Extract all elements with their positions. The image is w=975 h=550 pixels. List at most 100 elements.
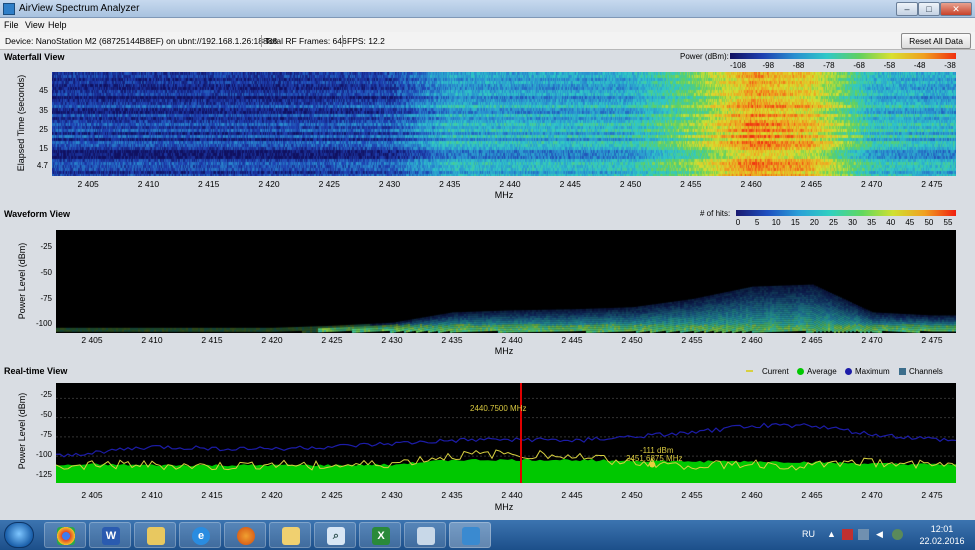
- legend-maximum[interactable]: Maximum: [855, 367, 890, 376]
- taskbar: W e ⌕ X RU ▲ ◀ 12:01 22.02.2016: [0, 520, 975, 550]
- x-tick-label: 2 435: [439, 179, 461, 189]
- x-tick-label: 2 470: [861, 335, 883, 345]
- taskbar-firefox[interactable]: [224, 522, 266, 548]
- point-power-label: -111 dBm: [640, 446, 674, 455]
- tray-expand-icon[interactable]: ▲: [826, 529, 837, 540]
- x-tick-label: 2 410: [141, 335, 163, 345]
- x-tick-label: 2 460: [741, 335, 763, 345]
- x-tick-label: 2 455: [681, 335, 703, 345]
- ie-icon: e: [192, 527, 210, 545]
- menu-bar: File View Help: [0, 18, 975, 32]
- taskbar-search[interactable]: ⌕: [314, 522, 356, 548]
- legend-average[interactable]: Average: [807, 367, 837, 376]
- tray-network-icon[interactable]: [858, 529, 869, 540]
- x-tick-label: 2 450: [621, 335, 643, 345]
- language-indicator[interactable]: RU: [802, 529, 815, 539]
- x-tick-label: 2 455: [681, 490, 703, 500]
- taskbar-folder2[interactable]: [269, 522, 311, 548]
- x-tick-label: 2 415: [201, 490, 223, 500]
- x-tick-label: 2 410: [137, 179, 160, 189]
- waveform-plot[interactable]: [56, 230, 956, 333]
- menu-file[interactable]: File: [4, 20, 19, 30]
- clock-time[interactable]: 12:01: [922, 524, 962, 534]
- search-icon: ⌕: [327, 527, 345, 545]
- taskbar-explorer[interactable]: [134, 522, 176, 548]
- y-tick-label: -100: [35, 450, 52, 459]
- colorbar-tick-label: 10: [771, 218, 781, 227]
- x-tick-label: 2 435: [441, 335, 463, 345]
- realtime-plot[interactable]: 2440.7500 MHz 2451.6875 MHz -111 dBm: [55, 383, 957, 483]
- x-tick-label: 2 440: [501, 335, 523, 345]
- waveform-x-label: MHz: [494, 346, 514, 356]
- legend-current[interactable]: Current: [762, 367, 789, 376]
- y-tick-label: 25: [39, 125, 48, 134]
- realtime-title: Real-time View: [4, 366, 68, 376]
- x-tick-label: 2 445: [561, 335, 583, 345]
- colorbar-tick-label: -68: [853, 61, 865, 70]
- window-title: AirView Spectrum Analyzer: [19, 3, 140, 14]
- minimize-button[interactable]: –: [896, 2, 918, 16]
- x-tick-label: 2 465: [801, 490, 823, 500]
- colorbar-tick-label: 5: [754, 218, 760, 227]
- realtime-x-label: MHz: [494, 502, 514, 512]
- x-tick-label: 2 440: [501, 490, 523, 500]
- menu-help[interactable]: Help: [48, 20, 67, 30]
- reset-all-data-button[interactable]: Reset All Data: [901, 33, 971, 49]
- divider: [342, 35, 343, 47]
- y-tick-label: -75: [40, 430, 52, 439]
- colorbar-tick-label: 20: [809, 218, 819, 227]
- taskbar-ie[interactable]: e: [179, 522, 221, 548]
- excel-icon: X: [372, 527, 390, 545]
- colorbar-tick-label: 55: [943, 218, 953, 227]
- colorbar-tick-label: 15: [790, 218, 800, 227]
- taskbar-app1[interactable]: [404, 522, 446, 548]
- firefox-icon: [237, 527, 255, 545]
- current-legend-swatch: [746, 370, 753, 372]
- x-tick-label: 2 455: [680, 179, 702, 189]
- series-maximum-line: [55, 422, 957, 458]
- colorbar-tick-label: 35: [867, 218, 877, 227]
- waterfall-plot[interactable]: [52, 72, 956, 176]
- y-tick-label: -25: [40, 242, 52, 251]
- clock-date[interactable]: 22.02.2016: [915, 536, 969, 546]
- maximum-legend-swatch: [845, 368, 852, 375]
- close-button[interactable]: ✕: [940, 2, 972, 16]
- folder-icon: [282, 527, 300, 545]
- x-tick-label: 2 450: [619, 179, 642, 189]
- start-button[interactable]: [4, 522, 34, 548]
- taskbar-airview[interactable]: [449, 522, 491, 548]
- y-tick-label: 15: [39, 144, 48, 153]
- power-colorbar: [730, 53, 956, 59]
- total-frames: Total RF Frames: 646: [265, 36, 347, 46]
- x-tick-label: 2 430: [378, 179, 401, 189]
- marker-frequency-label: 2440.7500 MHz: [470, 404, 527, 413]
- taskbar-excel[interactable]: X: [359, 522, 401, 548]
- x-tick-label: 2 420: [258, 179, 280, 189]
- tray-app-icon[interactable]: [892, 529, 903, 540]
- y-tick-label: -50: [40, 410, 52, 419]
- x-tick-label: 2 420: [261, 335, 283, 345]
- point-frequency-label: 2451.6875 MHz: [626, 454, 683, 463]
- x-tick-label: 2 435: [441, 490, 463, 500]
- volume-icon[interactable]: ◀: [874, 529, 885, 540]
- app-icon: [3, 3, 15, 15]
- tray-flag-icon[interactable]: [842, 529, 853, 540]
- menu-view[interactable]: View: [25, 20, 44, 30]
- y-tick-label: 4.7: [36, 161, 48, 170]
- colorbar-tick-label: -88: [792, 61, 805, 70]
- taskbar-chrome[interactable]: [44, 522, 86, 548]
- x-tick-label: 2 415: [198, 179, 220, 189]
- title-bar: AirView Spectrum Analyzer – □ ✕: [0, 0, 975, 18]
- x-tick-label: 2 425: [321, 490, 343, 500]
- hits-colorbar: [736, 210, 956, 216]
- maximize-button[interactable]: □: [918, 2, 940, 16]
- legend-channels[interactable]: Channels: [909, 367, 943, 376]
- x-tick-label: 2 450: [621, 490, 643, 500]
- fps-readout: FPS: 12.2: [347, 36, 385, 46]
- word-icon: W: [102, 527, 120, 545]
- colorbar-tick-label: 0: [735, 218, 741, 227]
- y-tick-label: 35: [39, 106, 48, 115]
- x-tick-label: 2 460: [741, 490, 763, 500]
- realtime-chart: [55, 383, 957, 483]
- taskbar-word[interactable]: W: [89, 522, 131, 548]
